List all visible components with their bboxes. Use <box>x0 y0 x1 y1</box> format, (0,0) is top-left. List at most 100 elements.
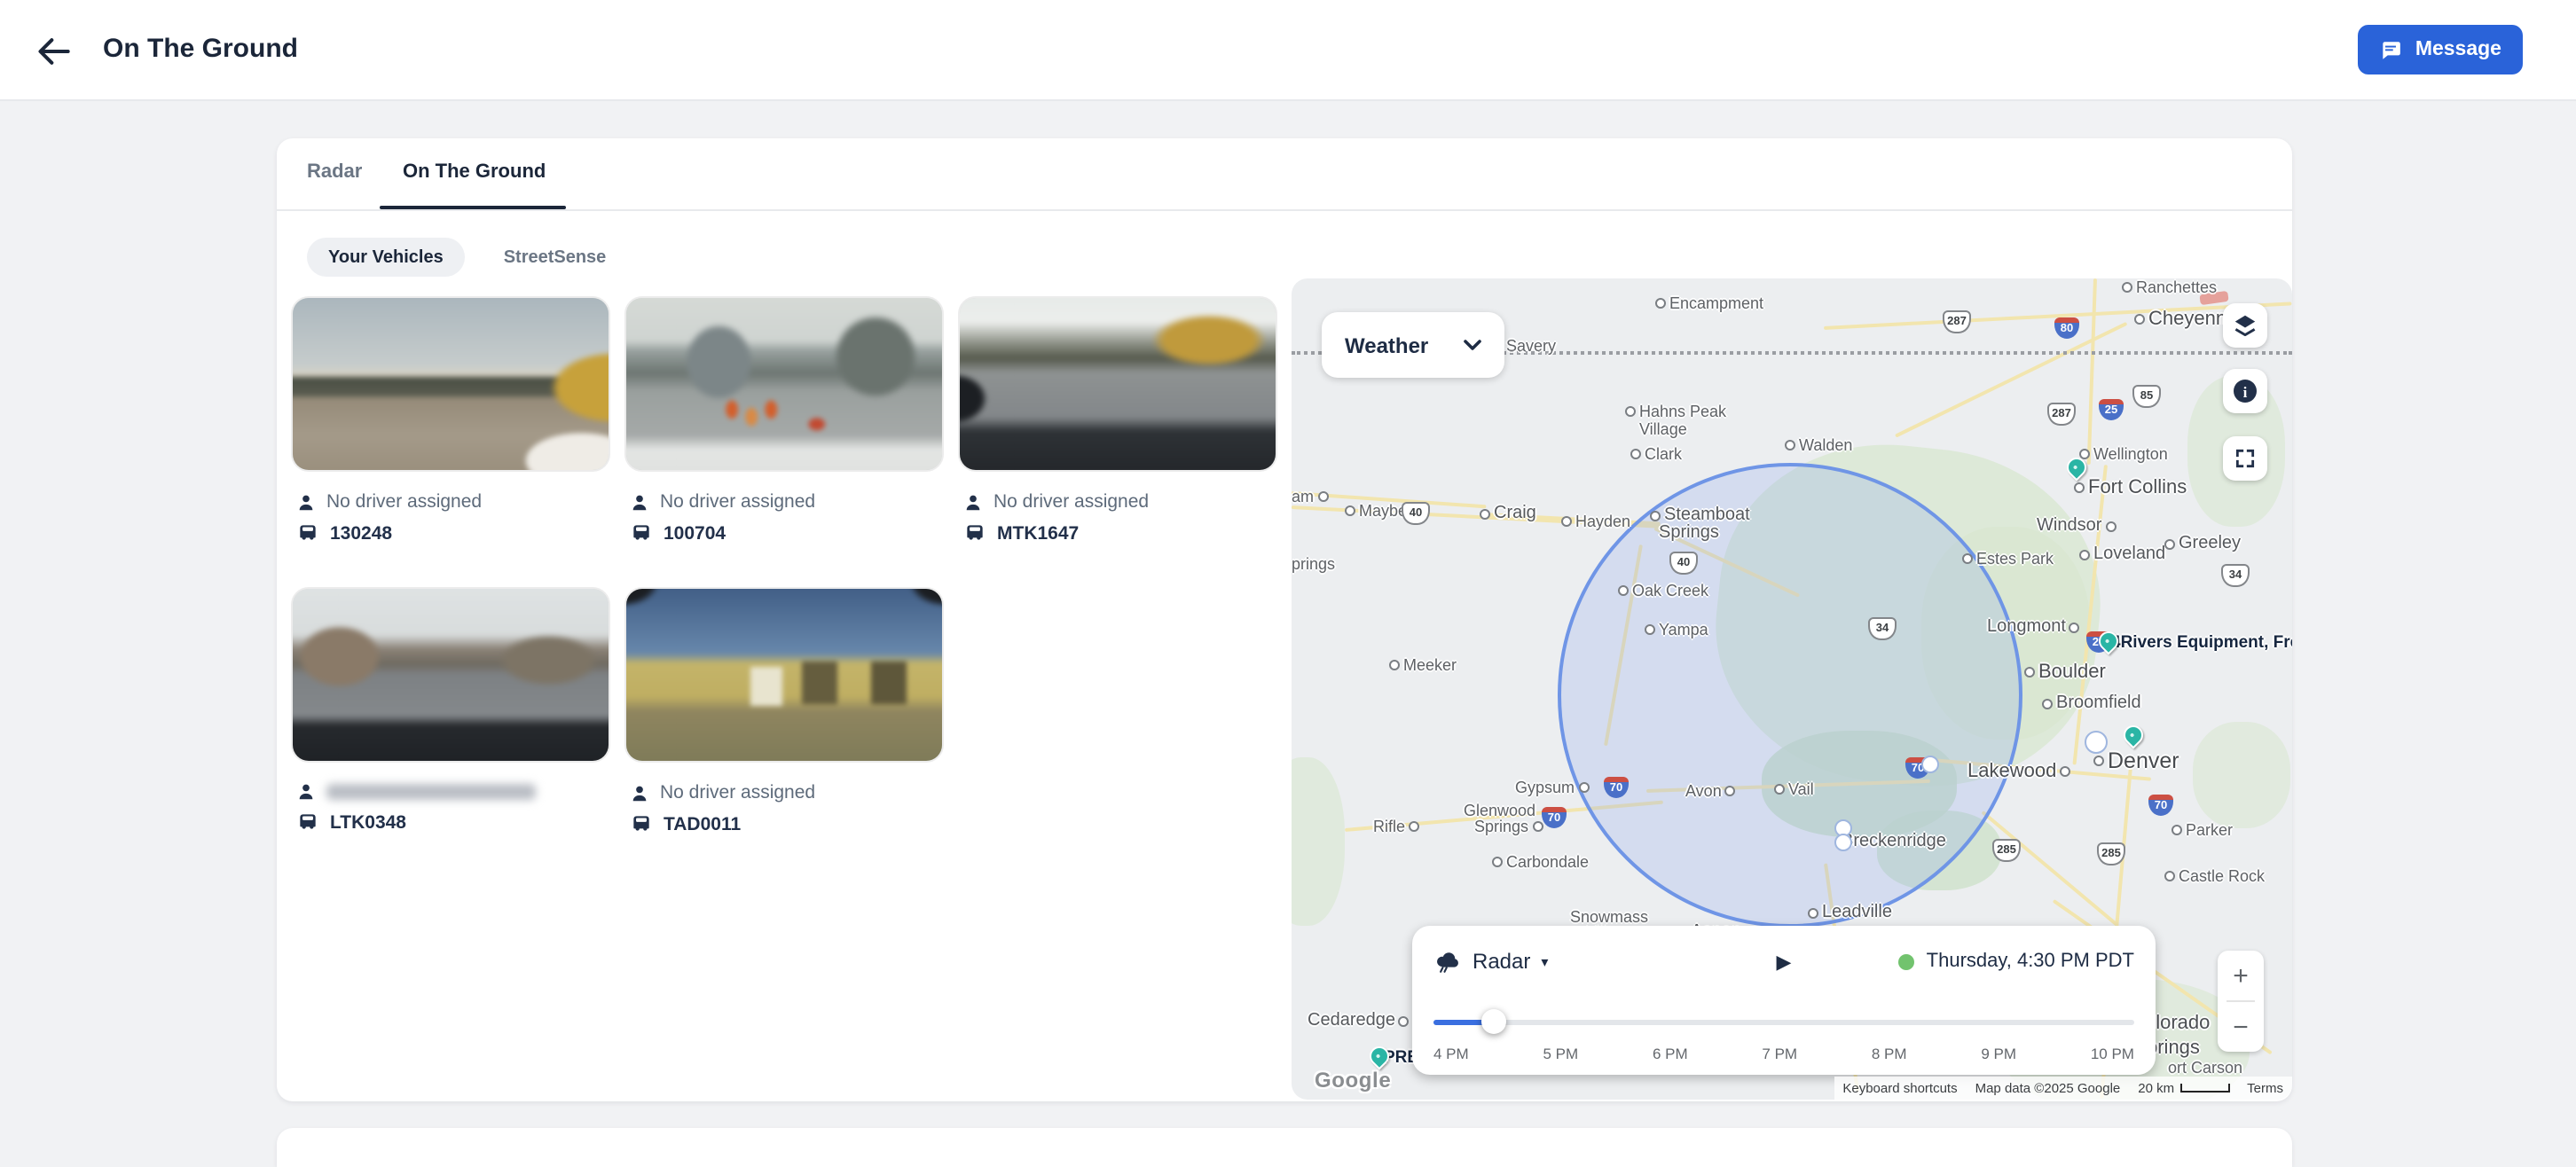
map-pin-icon[interactable] <box>2119 721 2147 748</box>
us-route-shield-icon: 287 <box>1943 310 1971 333</box>
map-label: Wellington <box>2079 445 2168 463</box>
map-label: Steamboat <box>1650 505 1750 525</box>
time-tick: 5 PM <box>1543 1045 1578 1062</box>
map-label: Greeley <box>2164 534 2241 553</box>
chip-streetsense[interactable]: StreetSense <box>483 238 628 277</box>
map-marker-circle[interactable] <box>1834 834 1852 851</box>
weather-dropdown[interactable]: Weather <box>1322 312 1504 378</box>
weather-dropdown-label: Weather <box>1345 333 1428 357</box>
slider-thumb[interactable] <box>1480 1009 1505 1034</box>
map-marker-circle[interactable] <box>1921 756 1939 773</box>
redacted-driver-name <box>326 784 536 800</box>
radar-layer-label: Radar <box>1473 949 1530 974</box>
interstate-shield-icon: 70 <box>2148 795 2173 816</box>
vehicle-icon <box>296 811 319 834</box>
map-label: 4Rivers Equipment, Fre <box>2111 633 2292 653</box>
tab-radar[interactable]: Radar <box>307 161 362 183</box>
back-button[interactable] <box>35 32 75 71</box>
map-label: Craig <box>1480 504 1536 523</box>
top-bar: On The Ground Message <box>0 0 2576 101</box>
info-icon: i <box>2234 380 2257 403</box>
vehicle-thumbnail[interactable] <box>624 296 944 472</box>
map-label: Denver <box>2093 748 2179 773</box>
map-scale: 20 km <box>2129 1077 2238 1100</box>
layers-button[interactable] <box>2223 303 2267 348</box>
map-label: Castle Rock <box>2164 867 2265 885</box>
vehicle-card[interactable]: No driver assigned MTK1647 <box>958 296 1274 544</box>
vehicle-card[interactable]: LTK0348 <box>291 587 607 835</box>
vehicle-card[interactable]: No driver assigned TAD0011 <box>624 587 940 835</box>
map-attribution: Keyboard shortcuts Map data ©2025 Google… <box>1834 1077 2292 1100</box>
vehicle-card[interactable]: No driver assigned 100704 <box>624 296 940 544</box>
arrow-left-icon <box>35 32 75 71</box>
slider-track <box>1433 1020 2134 1025</box>
map-label: Gypsum <box>1515 779 1589 796</box>
vehicle-id: LTK0348 <box>330 811 406 833</box>
vehicle-thumbnail[interactable] <box>291 587 610 763</box>
map-canvas[interactable]: Weather i + − <box>1292 278 2292 1100</box>
map-label: Avon <box>1685 782 1736 800</box>
time-tick: 4 PM <box>1433 1045 1469 1062</box>
map-label: Rifle <box>1373 818 1419 835</box>
info-button[interactable]: i <box>2223 369 2267 413</box>
map-label: Walden <box>1785 436 1852 454</box>
time-slider[interactable] <box>1433 1009 2134 1034</box>
interstate-shield-icon: 80 <box>2054 317 2079 339</box>
interstate-shield-icon: 70 <box>1542 807 1567 828</box>
driver-label: No driver assigned <box>993 491 1149 513</box>
vehicle-thumbnail[interactable] <box>958 296 1277 472</box>
map-label: Cedaredge <box>1308 1011 1410 1030</box>
time-tick: 6 PM <box>1653 1045 1688 1062</box>
chip-your-vehicles[interactable]: Your Vehicles <box>307 238 465 277</box>
map-label: Clark <box>1630 445 1682 463</box>
map-label: Snowmass <box>1570 908 1648 926</box>
chat-icon <box>2380 38 2403 61</box>
map-label: Carbondale <box>1492 853 1589 871</box>
vehicle-icon <box>630 812 653 835</box>
vehicle-thumbnail[interactable] <box>624 587 944 763</box>
map-marker-circle[interactable] <box>2085 731 2108 754</box>
vehicle-card[interactable]: No driver assigned 130248 <box>291 296 607 544</box>
page: On The Ground Message Radar On The Groun… <box>0 0 2576 1163</box>
tab-on-the-ground[interactable]: On The Ground <box>403 161 546 183</box>
time-tick: 9 PM <box>1981 1045 2016 1062</box>
map-label: Breckenridge <box>1842 832 1946 851</box>
play-button[interactable]: ▶ <box>1777 950 1792 973</box>
vehicle-icon <box>296 521 319 544</box>
fullscreen-button[interactable] <box>2223 436 2267 481</box>
map-label: ort Carson <box>2168 1059 2242 1077</box>
map-label: Leadville <box>1808 903 1892 922</box>
radar-timeline-panel: Radar ▾ ▶ Thursday, 4:30 PM PDT 4 PM <box>1412 926 2156 1075</box>
map-label: Village <box>1639 420 1687 438</box>
vehicle-id: 130248 <box>330 522 392 544</box>
tab-bar: Radar On The Ground <box>277 138 2292 211</box>
google-logo: Google <box>1315 1068 1391 1093</box>
driver-label: No driver assigned <box>660 491 815 513</box>
map-label: Fort Collins <box>2074 477 2187 498</box>
zoom-in-button[interactable]: + <box>2218 951 2264 1000</box>
radar-layer-dropdown[interactable]: Radar ▾ <box>1433 948 1548 975</box>
radar-coverage-circle <box>1558 463 2022 928</box>
map-label: Hayden <box>1561 513 1630 530</box>
map-label: Springs <box>1659 523 1719 543</box>
vehicle-id: TAD0011 <box>664 813 741 834</box>
fullscreen-icon <box>2234 447 2257 470</box>
message-button[interactable]: Message <box>2359 25 2523 74</box>
terms-link[interactable]: Terms <box>2238 1077 2292 1100</box>
map-label: Springs <box>1474 818 1543 835</box>
chevron-down-icon <box>1464 339 1481 351</box>
us-route-shield-icon: 34 <box>2221 564 2250 587</box>
message-button-label: Message <box>2415 39 2501 60</box>
on-the-ground-card: Radar On The Ground Your Vehicles Street… <box>277 138 2292 1101</box>
vehicle-thumbnail[interactable] <box>291 296 610 472</box>
keyboard-shortcuts-link[interactable]: Keyboard shortcuts <box>1834 1077 1966 1100</box>
map-label: am <box>1292 488 1328 505</box>
us-route-shield-icon: 85 <box>2132 385 2161 408</box>
forest-area <box>2193 722 2290 828</box>
road <box>2087 278 2097 465</box>
zoom-out-button[interactable]: − <box>2218 1002 2264 1052</box>
vehicle-id: MTK1647 <box>997 522 1079 544</box>
map-data-label: Map data ©2025 Google <box>1967 1077 2130 1100</box>
vehicle-icon <box>963 521 986 544</box>
map-label: Vail <box>1774 780 1814 798</box>
